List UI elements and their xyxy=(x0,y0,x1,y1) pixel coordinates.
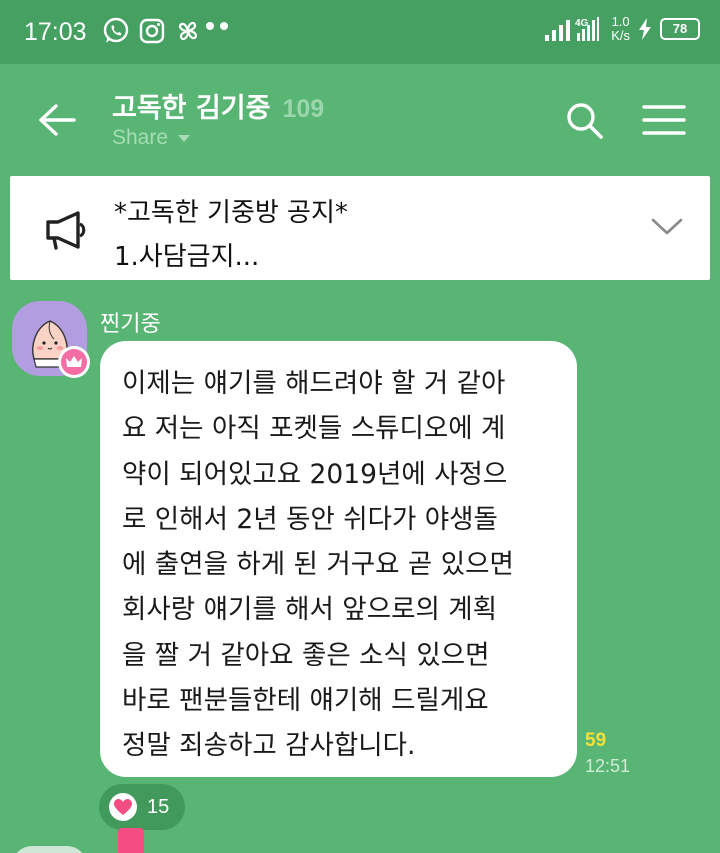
message-bubble[interactable]: 이제는 얘기를 해드려야 할 거 같아 요 저는 아직 포켓들 스튜디오에 계 … xyxy=(100,341,577,777)
chat-header: 고독한 김기중 109 Share xyxy=(0,64,720,176)
network-label: 4G xyxy=(575,18,589,29)
reaction-pill[interactable]: 15 xyxy=(99,784,185,830)
battery-icon: 78 xyxy=(660,18,700,40)
megaphone-icon xyxy=(46,211,86,250)
next-message-badge xyxy=(118,828,144,853)
lightning-icon xyxy=(639,18,651,40)
pinwheel-icon xyxy=(178,21,198,41)
whatsapp-icon xyxy=(103,17,129,43)
chat-title: 고독한 김기중 xyxy=(112,93,271,124)
network-speed: 1.0 K/s xyxy=(611,15,630,43)
menu-icon[interactable] xyxy=(642,104,686,136)
member-count: 109 xyxy=(282,95,325,123)
message-time: 12:51 xyxy=(585,756,631,776)
message-text: 이제는 얘기를 해드려야 할 거 같아 요 저는 아직 포켓들 스튜디오에 계 … xyxy=(122,368,514,762)
sender-name: 찐기중 xyxy=(100,312,161,337)
back-arrow-icon[interactable] xyxy=(36,102,76,138)
signal-icon: 4G xyxy=(545,17,600,41)
notice-body: 1.사담금지... xyxy=(114,242,260,272)
status-time: 17:03 xyxy=(24,18,87,46)
host-badge xyxy=(58,346,90,378)
status-bar: 17:03 4G 1.0 K/s 78 xyxy=(0,0,720,64)
reaction-count: 15 xyxy=(147,795,170,818)
instagram-icon xyxy=(139,18,165,44)
share-label: Share xyxy=(112,126,169,149)
notice-title: *고독한 기중방 공지* xyxy=(114,198,348,228)
caret-down-icon xyxy=(178,134,191,142)
heart-icon xyxy=(109,793,137,821)
unread-count: 59 xyxy=(585,730,607,751)
speed-unit: K/s xyxy=(611,28,630,43)
search-icon[interactable] xyxy=(564,100,604,140)
notice-banner[interactable]: *고독한 기중방 공지* 1.사담금지... xyxy=(10,176,710,280)
chat-title-row[interactable]: 고독한 김기중 109 xyxy=(112,86,324,125)
next-avatar xyxy=(12,846,87,853)
more-dots-icon xyxy=(206,22,228,30)
share-dropdown[interactable]: Share xyxy=(112,126,191,150)
chevron-down-icon[interactable] xyxy=(650,214,684,240)
crown-icon xyxy=(66,356,82,367)
speed-value: 1.0 xyxy=(611,14,630,29)
